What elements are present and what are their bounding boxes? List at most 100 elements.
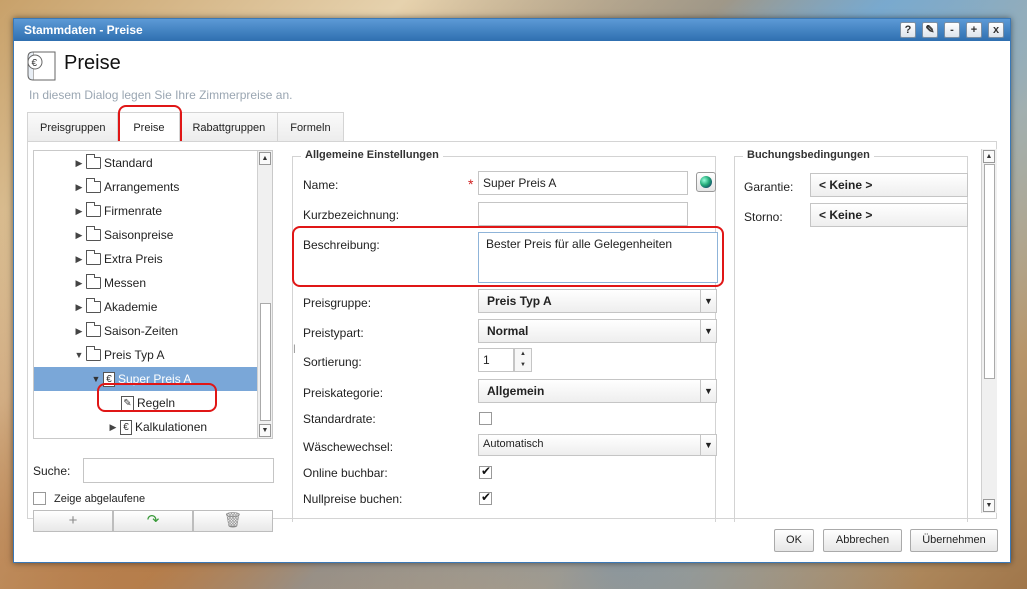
dropdown-arrow-icon[interactable]: ▼ xyxy=(700,435,716,455)
tree-item-kalkulationen[interactable]: ▶ € Kalkulationen xyxy=(34,415,258,438)
expand-arrow-icon[interactable]: ▶ xyxy=(74,326,84,337)
tree-item-akademie[interactable]: ▶ Akademie xyxy=(34,295,258,319)
short-name-field[interactable] xyxy=(478,202,688,226)
tree-item-standard[interactable]: ▶ Standard xyxy=(34,151,258,175)
name-label: Name: xyxy=(303,178,339,192)
price-type-label: Preistypart: xyxy=(303,326,364,340)
tree-item-extra-preis[interactable]: ▶ Extra Preis xyxy=(34,247,258,271)
tree-item-firmenrate[interactable]: ▶ Firmenrate xyxy=(34,199,258,223)
expand-arrow-icon[interactable]: ▶ xyxy=(74,182,84,193)
help-button[interactable]: ? xyxy=(900,22,916,38)
tree-item-saison-zeiten[interactable]: ▶ Saison-Zeiten xyxy=(34,319,258,343)
description-label: Beschreibung: xyxy=(303,238,380,252)
tab-rabattgruppen[interactable]: Rabattgruppen xyxy=(179,112,279,142)
add-button[interactable]: + xyxy=(33,510,113,532)
expand-arrow-icon[interactable]: ▶ xyxy=(74,206,84,217)
tab-preise[interactable]: Preise xyxy=(117,112,181,143)
move-button[interactable]: ↷ xyxy=(113,510,193,532)
zero-prices-checkbox[interactable] xyxy=(479,490,492,505)
zero-prices-label: Nullpreise buchen: xyxy=(303,492,403,506)
tree-item-arrangements[interactable]: ▶ Arrangements xyxy=(34,175,258,199)
maximize-button[interactable]: + xyxy=(966,22,982,38)
folder-icon xyxy=(86,322,101,337)
expand-arrow-icon[interactable]: ▶ xyxy=(74,254,84,265)
stepper-up-icon[interactable]: ▲ xyxy=(515,349,531,360)
folder-icon xyxy=(86,274,101,289)
folder-icon xyxy=(86,298,101,313)
delete-button[interactable]: 🗑 xyxy=(193,510,273,532)
guarantee-select[interactable]: < Keine > xyxy=(810,173,968,197)
dialog-window: Stammdaten - Preise ? ✎ - + x € Preise I… xyxy=(13,18,1011,563)
trash-icon: 🗑 xyxy=(223,512,243,529)
laundry-select[interactable]: Automatisch ▼ xyxy=(478,434,717,456)
window-title: Stammdaten - Preise xyxy=(24,23,143,37)
description-field[interactable]: Bester Preis für alle Gelegenheiten xyxy=(478,232,718,283)
cancellation-select[interactable]: < Keine > xyxy=(810,203,968,227)
scrollbar-thumb[interactable] xyxy=(260,303,271,421)
cancellation-label: Storno: xyxy=(744,210,783,224)
price-document-icon: € xyxy=(27,51,56,81)
expand-arrow-icon[interactable]: ▶ xyxy=(108,422,118,433)
cancel-button[interactable]: Abbrechen xyxy=(823,529,902,552)
sort-stepper[interactable]: ▲ ▼ xyxy=(514,348,532,372)
expand-arrow-icon[interactable]: ▶ xyxy=(74,278,84,289)
required-marker: * xyxy=(468,176,474,192)
standard-rate-checkbox[interactable] xyxy=(479,412,492,425)
scrollbar-thumb[interactable] xyxy=(984,164,995,379)
expand-arrow-icon[interactable]: ▶ xyxy=(74,302,84,313)
tree-toolbar: + ↷ 🗑 xyxy=(33,510,273,532)
collapse-arrow-icon[interactable]: ▼ xyxy=(74,350,84,360)
collapse-arrow-icon[interactable]: ▼ xyxy=(91,374,101,384)
tab-formeln[interactable]: Formeln xyxy=(277,112,344,142)
minimize-button[interactable]: - xyxy=(944,22,960,38)
folder-icon xyxy=(86,178,101,193)
price-category-select[interactable]: Allgemein ▼ xyxy=(478,379,717,403)
standard-rate-label: Standardrate: xyxy=(303,412,376,426)
translate-globe-icon[interactable] xyxy=(696,172,716,192)
folder-icon xyxy=(86,154,101,169)
online-bookable-label: Online buchbar: xyxy=(303,466,388,480)
page-subtitle: In diesem Dialog legen Sie Ihre Zimmerpr… xyxy=(29,88,293,102)
laundry-label: Wäschewechsel: xyxy=(303,440,394,454)
form-scrollbar[interactable]: ▲ ▼ xyxy=(981,149,997,513)
scroll-up-arrow-icon[interactable]: ▲ xyxy=(259,152,271,165)
plus-icon: + xyxy=(68,512,78,529)
price-group-label: Preisgruppe: xyxy=(303,296,372,310)
folder-icon xyxy=(86,226,101,241)
show-expired-checkbox[interactable] xyxy=(33,492,46,505)
expand-arrow-icon[interactable]: ▶ xyxy=(74,230,84,241)
search-input[interactable] xyxy=(83,458,274,483)
name-field[interactable]: Super Preis A xyxy=(478,171,688,195)
dropdown-arrow-icon[interactable]: ▼ xyxy=(700,290,716,312)
online-bookable-checkbox[interactable] xyxy=(479,464,492,479)
search-label: Suche: xyxy=(33,464,71,478)
price-type-select[interactable]: Normal ▼ xyxy=(478,319,717,343)
svg-text:€: € xyxy=(32,58,38,69)
scroll-down-arrow-icon[interactable]: ▼ xyxy=(259,424,271,437)
tab-preisgruppen[interactable]: Preisgruppen xyxy=(27,112,119,142)
settings-wrench-button[interactable]: ✎ xyxy=(922,22,938,38)
tree-item-preis-typ-a[interactable]: ▼ Preis Typ A xyxy=(34,343,258,367)
sort-field[interactable]: 1 xyxy=(478,348,514,372)
euro-document-icon: € xyxy=(120,419,132,435)
tree-item-messen[interactable]: ▶ Messen xyxy=(34,271,258,295)
price-tree: ▶ Standard ▶ Arrangements ▶ Firmenrate ▶ Sai… xyxy=(33,150,273,439)
tree-item-saisonpreise[interactable]: ▶ Saisonpreise xyxy=(34,223,258,247)
ok-button[interactable]: OK xyxy=(774,529,814,552)
dropdown-arrow-icon[interactable]: ▼ xyxy=(700,380,716,402)
expand-arrow-icon[interactable]: ▶ xyxy=(74,158,84,169)
scroll-down-arrow-icon[interactable]: ▼ xyxy=(983,499,995,512)
tree-item-super-preis-a[interactable]: ▼ € Super Preis A xyxy=(34,367,258,391)
scroll-up-arrow-icon[interactable]: ▲ xyxy=(983,150,995,163)
show-expired-label: Zeige abgelaufene xyxy=(54,492,146,505)
stepper-down-icon[interactable]: ▼ xyxy=(515,360,531,371)
price-group-select[interactable]: Preis Typ A ▼ xyxy=(478,289,717,313)
tab-bar: Preisgruppen Preise Rabattgruppen Formel… xyxy=(27,112,344,143)
dropdown-arrow-icon[interactable]: ▼ xyxy=(700,320,716,342)
tree-scrollbar[interactable]: ▲ ▼ xyxy=(257,151,272,438)
apply-button[interactable]: Übernehmen xyxy=(910,529,998,552)
show-expired-option[interactable]: Zeige abgelaufene xyxy=(33,492,145,505)
tree-item-regeln[interactable]: ✎ Regeln xyxy=(34,391,258,415)
close-button[interactable]: x xyxy=(988,22,1004,38)
price-category-label: Preiskategorie: xyxy=(303,386,384,400)
